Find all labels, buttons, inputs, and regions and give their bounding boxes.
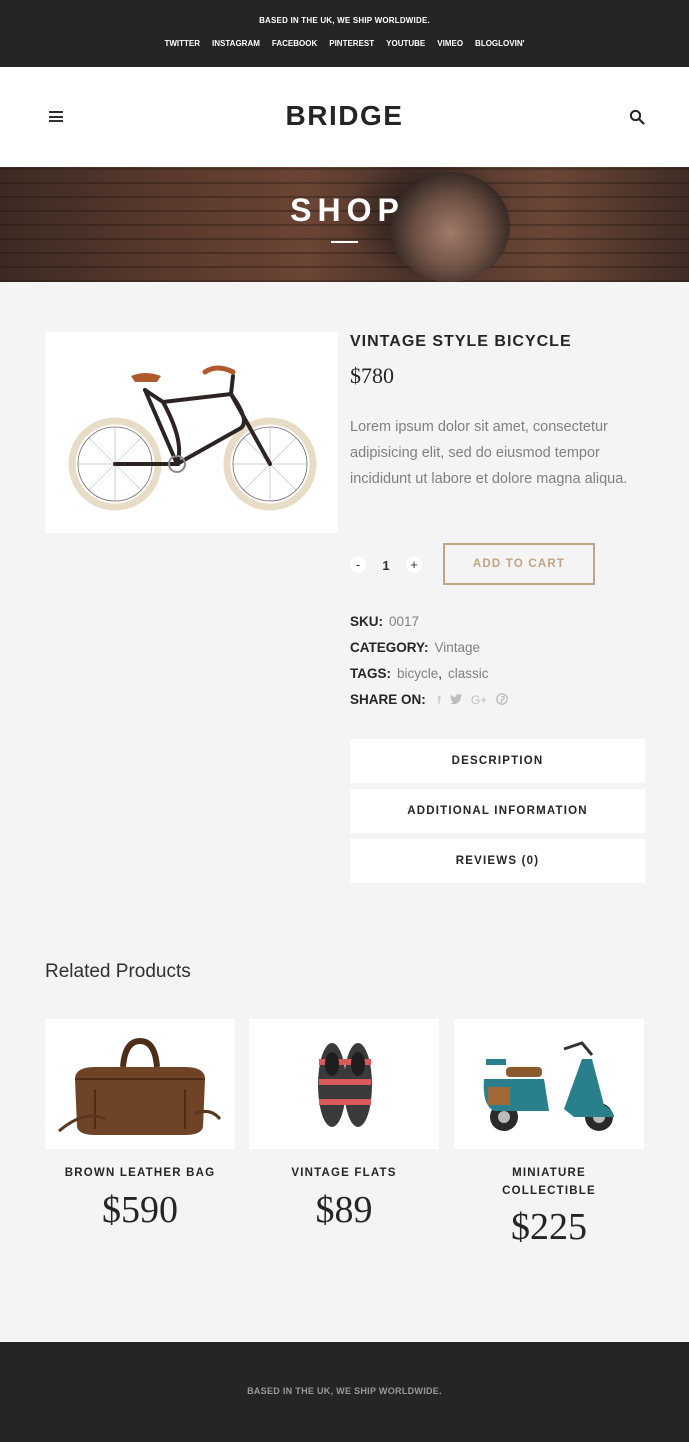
- twitter-icon[interactable]: [449, 693, 462, 708]
- product-description: Lorem ipsum dolor sit amet, consectetur …: [350, 419, 628, 487]
- related-product-name-line1: MINIATURE: [512, 1167, 586, 1179]
- product-tags: TAGS: bicycle, classic: [350, 666, 489, 681]
- related-product-image-flats[interactable]: [249, 1019, 439, 1149]
- related-product-image-bag[interactable]: [45, 1019, 235, 1149]
- quantity-decrease-button[interactable]: -: [350, 557, 366, 573]
- site-footer: BASED IN THE UK, WE SHIP WORLDWIDE.: [0, 1342, 689, 1442]
- tag-link-bicycle[interactable]: bicycle: [397, 666, 438, 681]
- category-link[interactable]: Vintage: [435, 640, 481, 655]
- social-link-twitter[interactable]: TWITTER: [164, 39, 200, 48]
- related-products-heading: Related Products: [45, 961, 191, 982]
- tab-reviews[interactable]: REVIEWS (0): [350, 839, 645, 883]
- product-price: $780: [350, 363, 394, 388]
- related-product-price-collectible: $225: [511, 1206, 587, 1248]
- leather-bag-image: [58, 1037, 222, 1135]
- google-plus-icon[interactable]: G+: [471, 693, 487, 708]
- quantity-input[interactable]: 1: [379, 558, 393, 573]
- related-product-name-line2: COLLECTIBLE: [502, 1185, 596, 1197]
- product-share: SHARE ON: f G+: [350, 692, 509, 708]
- search-icon[interactable]: [629, 109, 645, 125]
- related-product-price-bag: $590: [102, 1189, 178, 1231]
- tag-separator: ,: [438, 666, 443, 681]
- product-image[interactable]: [45, 332, 338, 533]
- title-underline: [331, 241, 358, 243]
- related-product-name-flats[interactable]: VINTAGE FLATS: [249, 1164, 439, 1182]
- product-category: CATEGORY: Vintage: [350, 640, 480, 655]
- category-label: CATEGORY:: [350, 640, 429, 655]
- product-title: VINTAGE STYLE BICYCLE: [350, 333, 572, 350]
- flats-image: [318, 1043, 372, 1127]
- page-title: SHOP: [290, 192, 405, 228]
- scooter-image: [483, 1041, 614, 1131]
- related-product-image-scooter[interactable]: [454, 1019, 644, 1149]
- related-product-name-bag[interactable]: BROWN LEATHER BAG: [45, 1164, 235, 1182]
- related-product-name-collectible[interactable]: MINIATURE COLLECTIBLE: [454, 1164, 644, 1200]
- sku-value: 0017: [389, 614, 420, 629]
- related-product-price-flats: $89: [315, 1189, 373, 1231]
- social-links: TWITTER INSTAGRAM FACEBOOK PINTEREST YOU…: [0, 39, 689, 48]
- top-bar: BASED IN THE UK, WE SHIP WORLDWIDE. TWIT…: [0, 0, 689, 67]
- pinterest-icon[interactable]: [496, 693, 509, 708]
- social-link-pinterest[interactable]: PINTEREST: [329, 39, 374, 48]
- tab-additional-information[interactable]: ADDITIONAL INFORMATION: [350, 789, 645, 833]
- social-link-facebook[interactable]: FACEBOOK: [272, 39, 317, 48]
- social-link-instagram[interactable]: INSTAGRAM: [212, 39, 260, 48]
- social-link-youtube[interactable]: YOUTUBE: [386, 39, 425, 48]
- site-header: BRIDGE: [0, 67, 689, 167]
- quantity-increase-button[interactable]: +: [406, 557, 422, 573]
- shipping-notice: BASED IN THE UK, WE SHIP WORLDWIDE.: [259, 16, 430, 25]
- tag-link-classic[interactable]: classic: [448, 666, 489, 681]
- tags-label: TAGS:: [350, 666, 391, 681]
- tab-description[interactable]: DESCRIPTION: [350, 739, 645, 783]
- add-to-cart-button[interactable]: ADD TO CART: [443, 543, 595, 585]
- product-sku: SKU: 0017: [350, 614, 419, 629]
- sku-label: SKU:: [350, 614, 383, 629]
- footer-shipping-notice: BASED IN THE UK, WE SHIP WORLDWIDE.: [247, 1386, 442, 1396]
- site-logo[interactable]: BRIDGE: [0, 100, 689, 132]
- facebook-icon[interactable]: f: [438, 693, 441, 708]
- social-link-bloglovin[interactable]: BLOGLOVIN': [475, 39, 524, 48]
- share-label: SHARE ON:: [350, 692, 426, 707]
- bicycle-image: [68, 365, 317, 511]
- social-link-vimeo[interactable]: VIMEO: [437, 39, 463, 48]
- page-hero: SHOP: [0, 167, 689, 282]
